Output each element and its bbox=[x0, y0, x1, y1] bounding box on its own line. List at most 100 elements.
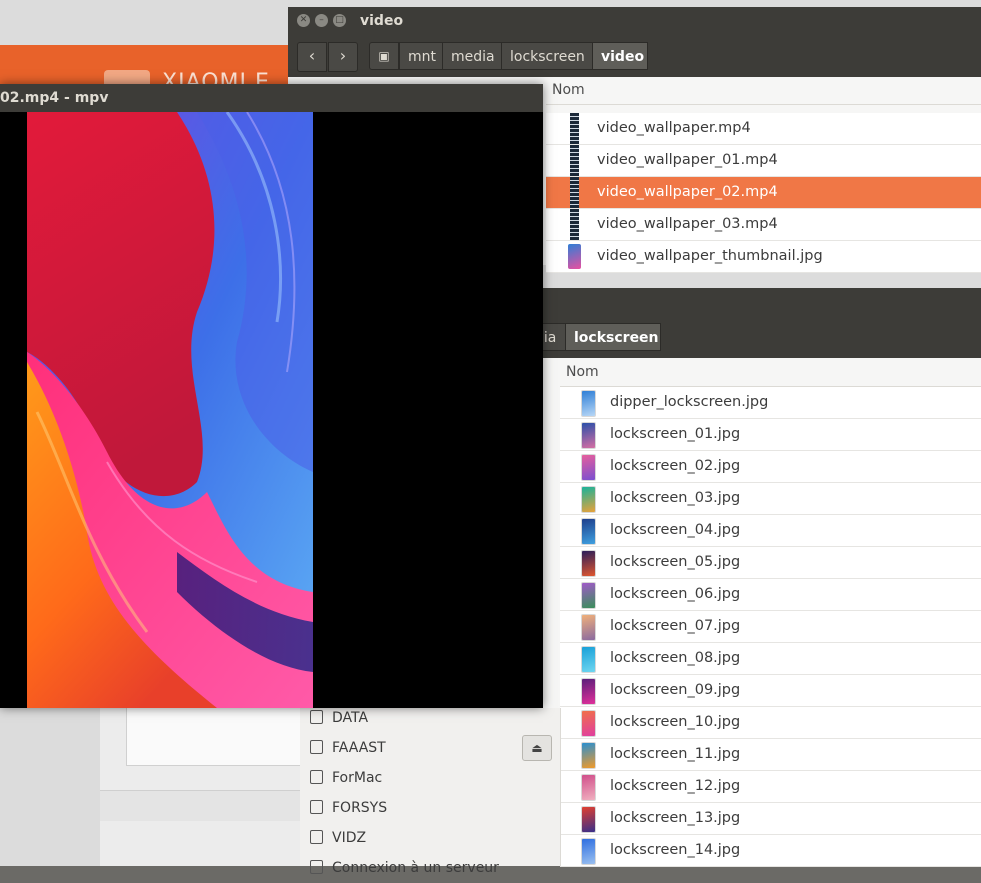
file-row[interactable]: lockscreen_07.jpg bbox=[560, 611, 981, 643]
image-file-icon bbox=[581, 550, 596, 577]
drive-icon bbox=[310, 710, 323, 724]
file-name: video_wallpaper_01.mp4 bbox=[597, 152, 778, 168]
titlebar: ✕ – □ video bbox=[288, 7, 981, 37]
column-header-name[interactable]: Nom bbox=[560, 359, 981, 387]
eject-icon: ⏏ bbox=[531, 741, 543, 755]
file-row[interactable]: lockscreen_02.jpg bbox=[560, 451, 981, 483]
file-row[interactable]: video_wallpaper_thumbnail.jpg bbox=[546, 241, 981, 273]
file-row[interactable]: video_wallpaper_01.mp4 bbox=[546, 145, 981, 177]
image-file-icon bbox=[581, 486, 596, 513]
image-file-icon bbox=[581, 742, 596, 769]
file-name: lockscreen_06.jpg bbox=[610, 586, 741, 602]
file-name: lockscreen_10.jpg bbox=[610, 714, 741, 730]
sidebar-item-faaast[interactable]: FAAAST bbox=[310, 733, 386, 763]
sidebar-item-connexion-un-serveur[interactable]: Connexion à un serveur bbox=[310, 853, 499, 883]
minimize-window-button[interactable]: – bbox=[315, 14, 328, 27]
sidebar-item-label: ForMac bbox=[332, 770, 383, 786]
file-name: lockscreen_01.jpg bbox=[610, 426, 741, 442]
drive-icon bbox=[310, 770, 323, 784]
eject-button[interactable]: ⏏ bbox=[522, 735, 552, 761]
image-file-icon bbox=[581, 390, 596, 417]
window-title: video bbox=[360, 13, 404, 29]
file-name: video_wallpaper_thumbnail.jpg bbox=[597, 248, 823, 264]
file-row[interactable]: lockscreen_08.jpg bbox=[560, 643, 981, 675]
file-name: lockscreen_09.jpg bbox=[610, 682, 741, 698]
window-title: 02.mp4 - mpv bbox=[0, 90, 109, 106]
back-button[interactable]: ‹ bbox=[297, 42, 327, 72]
sidebar-item-forsys[interactable]: FORSYS bbox=[310, 793, 387, 823]
file-row[interactable]: video_wallpaper.mp4 bbox=[546, 113, 981, 145]
video-file-icon bbox=[570, 177, 579, 208]
maximize-window-button[interactable]: □ bbox=[333, 14, 346, 27]
file-name: lockscreen_03.jpg bbox=[610, 490, 741, 506]
file-name: lockscreen_13.jpg bbox=[610, 810, 741, 826]
video-file-icon bbox=[570, 209, 579, 240]
image-file-icon bbox=[581, 710, 596, 737]
image-file-icon bbox=[581, 838, 596, 865]
video-wallpaper-image bbox=[27, 112, 313, 708]
file-name: lockscreen_05.jpg bbox=[610, 554, 741, 570]
chevron-left-icon: ‹ bbox=[308, 46, 316, 65]
mpv-titlebar: 02.mp4 - mpv bbox=[0, 84, 543, 112]
sidebar: DATA FAAAST ForMac FORSYS VIDZ Connexion à un… bbox=[300, 708, 561, 876]
file-row[interactable]: lockscreen_13.jpg bbox=[560, 803, 981, 835]
file-row[interactable]: lockscreen_11.jpg bbox=[560, 739, 981, 771]
video-file-icon bbox=[570, 145, 579, 176]
file-name: lockscreen_14.jpg bbox=[610, 842, 741, 858]
file-name: lockscreen_07.jpg bbox=[610, 618, 741, 634]
file-row[interactable]: lockscreen_05.jpg bbox=[560, 547, 981, 579]
image-file-icon bbox=[581, 582, 596, 609]
breadcrumb-mnt[interactable]: mnt bbox=[399, 42, 443, 70]
file-name: lockscreen_02.jpg bbox=[610, 458, 741, 474]
drive-icon bbox=[310, 830, 323, 844]
image-file-icon bbox=[581, 678, 596, 705]
browser-strip bbox=[100, 790, 300, 821]
file-name: lockscreen_11.jpg bbox=[610, 746, 741, 762]
file-name: lockscreen_08.jpg bbox=[610, 650, 741, 666]
image-file-icon bbox=[581, 518, 596, 545]
breadcrumb-media[interactable]: media bbox=[442, 42, 502, 70]
image-file-icon bbox=[581, 646, 596, 673]
file-row[interactable]: lockscreen_04.jpg bbox=[560, 515, 981, 547]
file-row[interactable]: lockscreen_09.jpg bbox=[560, 675, 981, 707]
column-header-name[interactable]: Nom bbox=[546, 77, 981, 105]
drive-icon bbox=[310, 800, 323, 814]
browser-card bbox=[126, 700, 302, 766]
drive-icon[interactable]: ▣ bbox=[369, 42, 399, 70]
file-row[interactable]: lockscreen_03.jpg bbox=[560, 483, 981, 515]
chevron-right-icon: › bbox=[339, 46, 347, 65]
file-name: video_wallpaper_03.mp4 bbox=[597, 216, 778, 232]
file-name: dipper_lockscreen.jpg bbox=[610, 394, 769, 410]
sidebar-item-label: Connexion à un serveur bbox=[332, 860, 499, 876]
file-name: video_wallpaper.mp4 bbox=[597, 120, 751, 136]
file-row[interactable]: lockscreen_06.jpg bbox=[560, 579, 981, 611]
file-row[interactable]: lockscreen_10.jpg bbox=[560, 707, 981, 739]
mpv-player-window[interactable]: 02.mp4 - mpv bbox=[0, 84, 543, 708]
image-file-icon bbox=[581, 454, 596, 481]
file-name: lockscreen_12.jpg bbox=[610, 778, 741, 794]
sidebar-item-label: DATA bbox=[332, 710, 369, 726]
file-name: lockscreen_04.jpg bbox=[610, 522, 741, 538]
image-file-icon bbox=[581, 614, 596, 641]
image-file-icon bbox=[581, 806, 596, 833]
forward-button[interactable]: › bbox=[328, 42, 358, 72]
file-row[interactable]: lockscreen_12.jpg bbox=[560, 771, 981, 803]
sidebar-item-formac[interactable]: ForMac bbox=[310, 763, 382, 793]
sidebar-item-label: FAAAST bbox=[332, 740, 386, 756]
image-file-icon bbox=[581, 422, 596, 449]
image-file-icon bbox=[568, 244, 581, 269]
breadcrumb-video[interactable]: video bbox=[592, 42, 648, 70]
file-row[interactable]: dipper_lockscreen.jpg bbox=[560, 387, 981, 419]
file-row[interactable]: video_wallpaper_02.mp4 bbox=[546, 177, 981, 209]
close-window-button[interactable]: ✕ bbox=[297, 14, 310, 27]
breadcrumb-lockscreen[interactable]: lockscreen bbox=[565, 323, 661, 351]
file-row[interactable]: lockscreen_01.jpg bbox=[560, 419, 981, 451]
drive-icon bbox=[310, 740, 323, 754]
video-frame[interactable] bbox=[27, 112, 313, 708]
file-row[interactable]: lockscreen_14.jpg bbox=[560, 835, 981, 867]
video-file-icon bbox=[570, 113, 579, 144]
sidebar-item-vidz[interactable]: VIDZ bbox=[310, 823, 366, 853]
file-row[interactable]: video_wallpaper_03.mp4 bbox=[546, 209, 981, 241]
breadcrumb-lockscreen[interactable]: lockscreen bbox=[501, 42, 593, 70]
sidebar-item-label: FORSYS bbox=[332, 800, 388, 816]
